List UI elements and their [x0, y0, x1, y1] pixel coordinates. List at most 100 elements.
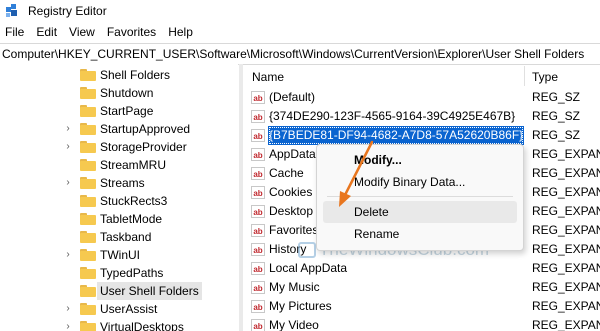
- tree-item[interactable]: › UserAssist: [0, 300, 238, 318]
- context-menu-separator: [327, 196, 513, 197]
- tree-item[interactable]: Taskband: [0, 228, 238, 246]
- value-name: Desktop: [269, 204, 314, 218]
- tree-item-label: VirtualDesktops: [100, 320, 184, 331]
- address-path[interactable]: Computer\HKEY_CURRENT_USER\Software\Micr…: [0, 47, 584, 61]
- folder-icon: [80, 123, 96, 135]
- tree-item-label: StartPage: [100, 104, 154, 118]
- menu-view[interactable]: View: [63, 25, 101, 39]
- value-type: REG_EXPAND: [532, 147, 600, 161]
- tree-item[interactable]: › StorageProvider: [0, 138, 238, 156]
- tree-item-label: TWinUI: [100, 248, 140, 262]
- menu-favorites[interactable]: Favorites: [101, 25, 162, 39]
- value-type: REG_SZ: [532, 90, 581, 104]
- tree-item-label: Taskband: [100, 230, 152, 244]
- expand-chevron-icon[interactable]: [62, 195, 74, 207]
- title-bar: Registry Editor: [0, 0, 600, 22]
- expand-chevron-icon[interactable]: [62, 159, 74, 171]
- menu-bar: File Edit View Favorites Help: [0, 22, 600, 42]
- column-divider[interactable]: [524, 66, 525, 86]
- address-bar[interactable]: Computer\HKEY_CURRENT_USER\Software\Micr…: [0, 43, 600, 65]
- value-name: AppData: [269, 147, 316, 161]
- value-type: REG_EXPAND: [532, 261, 600, 275]
- registry-editor-icon: [6, 4, 20, 18]
- value-row[interactable]: ab My Pictures REG_EXPAND: [244, 297, 600, 316]
- value-type: REG_EXPAND: [532, 318, 600, 331]
- menu-help[interactable]: Help: [162, 25, 199, 39]
- value-row[interactable]: ab My Video REG_EXPAND: [244, 316, 600, 331]
- folder-icon: [80, 87, 96, 99]
- tree-item[interactable]: TabletMode: [0, 210, 238, 228]
- expand-chevron-icon[interactable]: [62, 105, 74, 117]
- folder-icon: [80, 69, 96, 81]
- value-row[interactable]: ab My Music REG_EXPAND: [244, 278, 600, 297]
- expand-chevron-icon[interactable]: ›: [62, 321, 74, 331]
- expand-chevron-icon[interactable]: ›: [62, 123, 74, 135]
- expand-chevron-icon[interactable]: [62, 231, 74, 243]
- value-type: REG_EXPAND: [532, 223, 600, 237]
- expand-chevron-icon[interactable]: ›: [62, 177, 74, 189]
- value-type: REG_EXPAND: [532, 299, 600, 313]
- tree-item[interactable]: › Streams: [0, 174, 238, 192]
- value-type: REG_EXPAND: [532, 166, 600, 180]
- context-menu-rename[interactable]: Rename: [323, 223, 517, 245]
- string-value-icon: ab: [251, 319, 265, 331]
- key-tree[interactable]: Shell Folders Shutdown StartPage › StartupAp…: [0, 64, 238, 331]
- context-menu-delete[interactable]: Delete: [323, 201, 517, 223]
- string-value-icon: ab: [251, 148, 265, 161]
- watermark-logo-icon: [298, 242, 316, 258]
- expand-chevron-icon[interactable]: [62, 285, 74, 297]
- tree-item[interactable]: › TWinUI: [0, 246, 238, 264]
- context-menu: Modify... Modify Binary Data... Delete R…: [316, 144, 524, 251]
- folder-icon: [80, 195, 96, 207]
- tree-item[interactable]: User Shell Folders: [0, 282, 238, 300]
- tree-item-label: TypedPaths: [100, 266, 164, 280]
- value-type: REG_EXPAND: [532, 204, 600, 218]
- folder-icon: [80, 213, 96, 225]
- window-title: Registry Editor: [28, 4, 107, 18]
- string-value-icon: ab: [251, 224, 265, 237]
- string-value-icon: ab: [251, 281, 265, 294]
- tree-item[interactable]: Shutdown: [0, 84, 238, 102]
- tree-item[interactable]: Shell Folders: [0, 66, 238, 84]
- menu-file[interactable]: File: [0, 25, 30, 39]
- tree-item-label: TabletMode: [100, 212, 163, 226]
- value-row[interactable]: ab {374DE290-123F-4565-9164-39C4925E467B}…: [244, 107, 600, 126]
- value-name: My Pictures: [269, 299, 332, 313]
- expand-chevron-icon[interactable]: [62, 267, 74, 279]
- string-value-icon: ab: [251, 186, 265, 199]
- expand-chevron-icon[interactable]: [62, 87, 74, 99]
- tree-item-label: Shell Folders: [100, 68, 171, 82]
- value-name: {374DE290-123F-4565-9164-39C4925E467B}: [269, 109, 516, 123]
- context-menu-modify-binary[interactable]: Modify Binary Data...: [323, 171, 517, 193]
- tree-item[interactable]: StreamMRU: [0, 156, 238, 174]
- folder-icon: [80, 267, 96, 279]
- pane-splitter[interactable]: [239, 64, 243, 331]
- value-type: REG_EXPAND: [532, 185, 600, 199]
- expand-chevron-icon[interactable]: ›: [62, 303, 74, 315]
- expand-chevron-icon[interactable]: ›: [62, 249, 74, 261]
- string-value-icon: ab: [251, 91, 265, 104]
- context-menu-modify[interactable]: Modify...: [323, 149, 517, 171]
- string-value-icon: ab: [251, 110, 265, 123]
- value-name: My Music: [269, 280, 320, 294]
- menu-edit[interactable]: Edit: [30, 25, 63, 39]
- tree-item[interactable]: › VirtualDesktops: [0, 318, 238, 331]
- expand-chevron-icon[interactable]: [62, 69, 74, 81]
- folder-icon: [80, 321, 96, 331]
- expand-chevron-icon[interactable]: ›: [62, 141, 74, 153]
- tree-item[interactable]: TypedPaths: [0, 264, 238, 282]
- value-type: REG_SZ: [532, 128, 581, 142]
- folder-icon: [80, 285, 96, 297]
- tree-item[interactable]: StuckRects3: [0, 192, 238, 210]
- value-name: My Video: [269, 318, 319, 331]
- value-row[interactable]: ab {B7BEDE81-DF94-4682-A7D8-57A52620B86F}…: [244, 126, 600, 145]
- value-type: REG_EXPAND: [532, 280, 600, 294]
- tree-item[interactable]: StartPage: [0, 102, 238, 120]
- string-value-icon: ab: [251, 262, 265, 275]
- tree-item[interactable]: › StartupApproved: [0, 120, 238, 138]
- column-header-name[interactable]: Name: [252, 70, 284, 84]
- expand-chevron-icon[interactable]: [62, 213, 74, 225]
- value-row[interactable]: ab (Default) REG_SZ: [244, 88, 600, 107]
- value-type: REG_EXPAND: [532, 242, 600, 256]
- column-header-type[interactable]: Type: [532, 70, 558, 84]
